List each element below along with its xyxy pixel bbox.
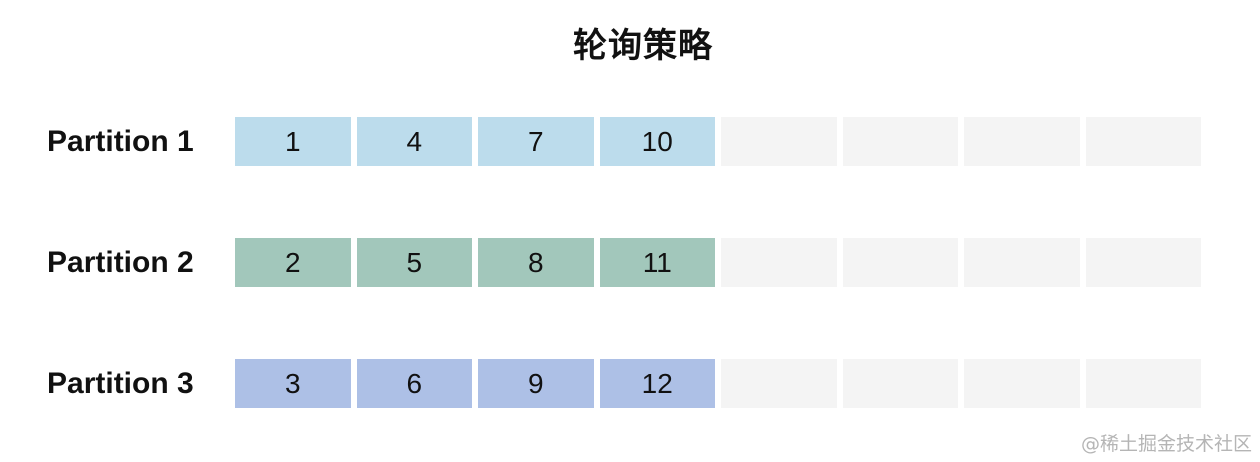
empty-slot xyxy=(964,117,1080,166)
message-cell: 6 xyxy=(356,359,472,408)
empty-slot xyxy=(721,117,837,166)
partition-label: Partition 3 xyxy=(47,367,194,400)
message-cell: 8 xyxy=(478,238,594,287)
message-cell: 3 xyxy=(235,359,351,408)
empty-slot xyxy=(964,238,1080,287)
empty-slot xyxy=(1085,117,1201,166)
message-cell: 7 xyxy=(478,117,594,166)
message-cell: 2 xyxy=(235,238,351,287)
partition-cells: 3 6 9 12 xyxy=(235,359,1201,408)
message-cell: 11 xyxy=(599,238,715,287)
partition-row-3: Partition 3 3 6 9 12 xyxy=(0,359,1260,408)
partition-cells: 1 4 7 10 xyxy=(235,117,1201,166)
message-cell: 12 xyxy=(599,359,715,408)
watermark: @稀土掘金技术社区 xyxy=(1080,433,1252,455)
empty-slot xyxy=(1085,238,1201,287)
partition-label: Partition 1 xyxy=(47,125,194,158)
message-cell: 10 xyxy=(599,117,715,166)
message-cell: 1 xyxy=(235,117,351,166)
diagram-title: 轮询策略 xyxy=(573,26,713,66)
empty-slot xyxy=(1085,359,1201,408)
empty-slot xyxy=(842,359,958,408)
message-cell: 9 xyxy=(478,359,594,408)
partition-row-2: Partition 2 2 5 8 11 xyxy=(0,238,1260,287)
empty-slot xyxy=(721,359,837,408)
empty-slot xyxy=(842,238,958,287)
empty-slot xyxy=(964,359,1080,408)
empty-slot xyxy=(721,238,837,287)
partition-row-1: Partition 1 1 4 7 10 xyxy=(0,117,1260,166)
empty-slot xyxy=(842,117,958,166)
message-cell: 4 xyxy=(356,117,472,166)
partition-label: Partition 2 xyxy=(47,246,194,279)
message-cell: 5 xyxy=(356,238,472,287)
partition-cells: 2 5 8 11 xyxy=(235,238,1201,287)
